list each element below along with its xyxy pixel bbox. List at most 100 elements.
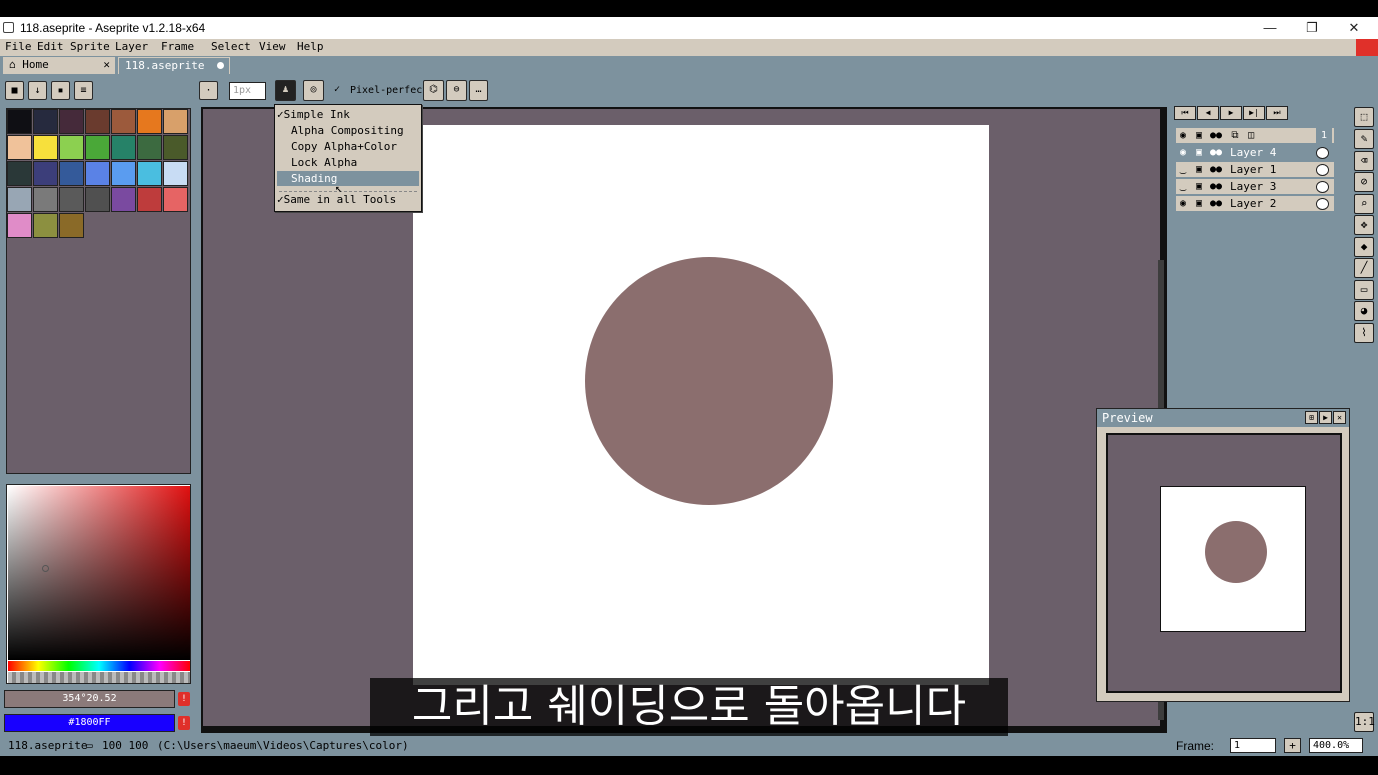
palette-swatch[interactable] <box>7 187 32 212</box>
menu-view[interactable]: View <box>259 40 286 53</box>
ink-alpha-compositing[interactable]: Alpha Compositing <box>277 123 419 138</box>
palette-swatch[interactable] <box>85 109 110 134</box>
palette-swatch[interactable] <box>59 135 84 160</box>
blur-tool-icon[interactable]: ⌇ <box>1354 323 1374 343</box>
palette-swatch[interactable] <box>33 109 58 134</box>
palette-swatch[interactable] <box>137 187 162 212</box>
cel-icon[interactable] <box>1316 164 1329 176</box>
menu-help[interactable]: Help <box>297 40 324 53</box>
palette-swatch[interactable] <box>137 135 162 160</box>
layer-row[interactable]: ◉ ▣ ●● Layer 4 <box>1176 145 1334 161</box>
center-view-icon[interactable]: ⊞ <box>1305 411 1318 424</box>
background-color-field[interactable]: #1800FF <box>4 714 175 732</box>
restore-button[interactable]: ❐ <box>1292 17 1332 39</box>
fill-tool-icon[interactable]: ◆ <box>1354 237 1374 257</box>
first-frame-button[interactable]: ⏮ <box>1174 106 1196 120</box>
palette-menu-icon[interactable]: ≡ <box>74 81 93 100</box>
ink-copy-alpha-color[interactable]: Copy Alpha+Color <box>277 139 419 154</box>
brush-size-field[interactable]: 1px <box>229 82 266 100</box>
frame-number[interactable]: 1 <box>1316 128 1332 144</box>
play-button[interactable]: ▶ <box>1220 106 1242 120</box>
ink-type-button[interactable]: ♟ <box>275 80 296 101</box>
pencil-tool-icon[interactable]: ✎ <box>1354 129 1374 149</box>
palette-swatch[interactable] <box>111 135 136 160</box>
last-frame-button[interactable]: ⏭ <box>1266 106 1288 120</box>
foreground-color-field[interactable]: 354°20.52 <box>4 690 175 708</box>
palette-swatch[interactable] <box>163 135 188 160</box>
palette-swatch[interactable] <box>163 161 188 186</box>
lock-icon[interactable]: ▣ <box>1192 179 1206 195</box>
eye-icon[interactable]: ◉ <box>1176 128 1190 144</box>
eye-icon[interactable]: ◉ <box>1176 145 1190 161</box>
aseprite-news-icon[interactable] <box>1356 39 1378 56</box>
lock-icon[interactable]: ▣ <box>1192 196 1206 212</box>
palette-swatch[interactable] <box>33 161 58 186</box>
continuous-icon[interactable]: ●● <box>1209 162 1223 178</box>
eye-closed-icon[interactable]: ‿ <box>1176 179 1190 195</box>
presets-icon[interactable]: ▪ <box>51 81 70 100</box>
alpha-slider[interactable] <box>8 672 190 683</box>
lock-icon[interactable]: ▣ <box>1192 128 1206 144</box>
line-tool-icon[interactable]: ╱ <box>1354 258 1374 278</box>
palette-swatch[interactable] <box>85 187 110 212</box>
previous-frame-button[interactable]: ◀ <box>1197 106 1219 120</box>
continuous-icon[interactable]: ●● <box>1209 179 1223 195</box>
menu-file[interactable]: File <box>5 40 32 53</box>
menu-sprite[interactable]: Sprite <box>70 40 110 53</box>
palette-swatch[interactable] <box>111 109 136 134</box>
tab-close-icon[interactable]: ✕ <box>103 57 110 73</box>
palette-swatch[interactable] <box>59 187 84 212</box>
color-cursor[interactable] <box>42 565 49 572</box>
menu-layer[interactable]: Layer <box>115 40 148 53</box>
palette-swatch[interactable] <box>59 109 84 134</box>
opacity-button[interactable]: ◎ <box>303 80 324 101</box>
palette-swatch[interactable] <box>33 187 58 212</box>
add-frame-button[interactable]: + <box>1284 738 1301 753</box>
palette-swatch[interactable] <box>111 161 136 186</box>
close-window-button[interactable]: ✕ <box>1334 17 1374 39</box>
eraser-tool-icon[interactable]: ⌫ <box>1354 151 1374 171</box>
close-preview-icon[interactable]: ✕ <box>1333 411 1346 424</box>
palette-swatch[interactable] <box>7 135 32 160</box>
palette-swatch[interactable] <box>33 135 58 160</box>
move-tool-icon[interactable]: ✥ <box>1354 215 1374 235</box>
minimize-button[interactable]: — <box>1250 17 1290 39</box>
palette-swatch[interactable] <box>7 161 32 186</box>
ink-shading[interactable]: Shading <box>277 171 419 186</box>
lock-icon[interactable]: ▣ <box>1192 145 1206 161</box>
lock-icon[interactable]: ■ <box>5 81 24 100</box>
fg-warning-icon[interactable]: ! <box>178 692 190 706</box>
pixel-perfect-check-icon[interactable]: ✓ <box>334 84 340 95</box>
palette-swatch[interactable] <box>85 135 110 160</box>
brush-type-button[interactable]: · <box>199 81 218 100</box>
palette-swatch[interactable] <box>137 161 162 186</box>
bg-warning-icon[interactable]: ! <box>178 716 190 730</box>
contour-tool-icon[interactable]: ◕ <box>1354 301 1374 321</box>
dynamics-icon[interactable]: ⊖ <box>446 80 467 101</box>
palette-swatch[interactable] <box>111 187 136 212</box>
eye-icon[interactable]: ◉ <box>1176 196 1190 212</box>
tab-home[interactable]: ⌂ Home ✕ <box>3 57 115 74</box>
continuous-icon[interactable]: ●● <box>1209 145 1223 161</box>
cel-icon[interactable] <box>1316 147 1329 159</box>
hue-slider[interactable] <box>8 661 190 671</box>
layer-row[interactable]: ‿ ▣ ●● Layer 1 <box>1176 162 1334 178</box>
saturation-value-field[interactable] <box>8 486 190 660</box>
eye-closed-icon[interactable]: ‿ <box>1176 162 1190 178</box>
palette-swatch[interactable] <box>7 213 32 238</box>
tab-118-aseprite[interactable]: 118.aseprite <box>118 57 230 74</box>
rectangle-tool-icon[interactable]: ▭ <box>1354 280 1374 300</box>
eyedropper-tool-icon[interactable]: ⊘ <box>1354 172 1374 192</box>
menu-edit[interactable]: Edit <box>37 40 64 53</box>
lock-icon[interactable]: ▣ <box>1192 162 1206 178</box>
link-icon[interactable]: ◫ <box>1244 128 1258 144</box>
next-frame-button[interactable]: ▶| <box>1243 106 1265 120</box>
layer-row[interactable]: ‿ ▣ ●● Layer 3 <box>1176 179 1334 195</box>
palette-swatch[interactable] <box>85 161 110 186</box>
marquee-tool-icon[interactable]: ⬚ <box>1354 107 1374 127</box>
zoom-1-1-button[interactable]: 1:1 <box>1354 712 1375 732</box>
palette-swatch[interactable] <box>59 213 84 238</box>
menu-frame[interactable]: Frame <box>161 40 194 53</box>
zoom-field[interactable]: 400.0% <box>1309 738 1363 753</box>
ink-lock-alpha[interactable]: Lock Alpha <box>277 155 419 170</box>
